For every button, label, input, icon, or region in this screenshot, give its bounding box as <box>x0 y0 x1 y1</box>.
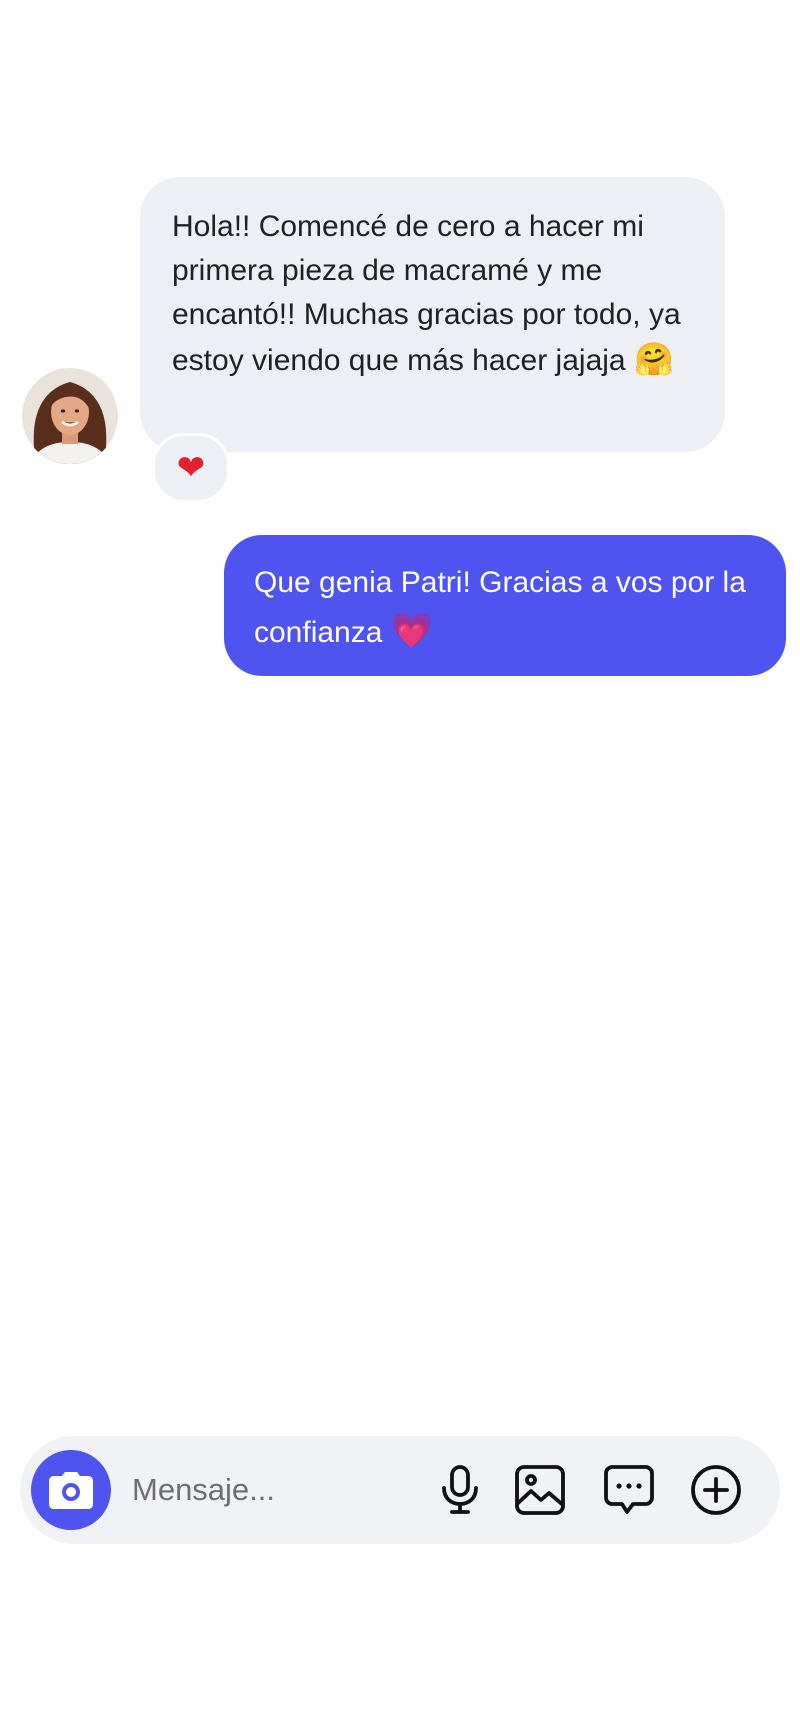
gallery-button[interactable] <box>512 1462 568 1518</box>
heart-icon: ❤ <box>176 449 206 487</box>
incoming-message-bubble[interactable]: Hola!! Comencé de cero a hacer mi primer… <box>140 177 725 452</box>
camera-button[interactable] <box>31 1450 111 1530</box>
pink-heart-emoji: 💗 <box>390 612 434 650</box>
contact-avatar[interactable] <box>22 368 118 464</box>
microphone-icon <box>442 1465 478 1514</box>
plus-circle-icon <box>691 1465 741 1515</box>
chat-bubble-icon <box>604 1465 654 1514</box>
outgoing-message-bubble[interactable]: Que genia Patri! Gracias a vos por la co… <box>224 535 786 676</box>
more-options-button[interactable] <box>688 1462 744 1518</box>
message-input[interactable] <box>130 1465 414 1515</box>
sticker-button[interactable] <box>601 1462 657 1518</box>
image-icon <box>515 1465 565 1515</box>
incoming-message-text: Hola!! Comencé de cero a hacer mi primer… <box>172 210 681 377</box>
camera-icon <box>49 1472 93 1509</box>
heart-reaction[interactable]: ❤ <box>152 433 230 503</box>
outgoing-message-text: Que genia Patri! Gracias a vos por la co… <box>254 566 746 649</box>
hugging-face-emoji: 🤗 <box>633 341 674 377</box>
microphone-button[interactable] <box>432 1462 488 1518</box>
chat-screen: Hola!! Comencé de cero a hacer mi primer… <box>0 0 800 1729</box>
message-thread[interactable]: Hola!! Comencé de cero a hacer mi primer… <box>0 0 800 1420</box>
message-composer <box>20 1436 780 1544</box>
profile-photo <box>22 368 118 464</box>
